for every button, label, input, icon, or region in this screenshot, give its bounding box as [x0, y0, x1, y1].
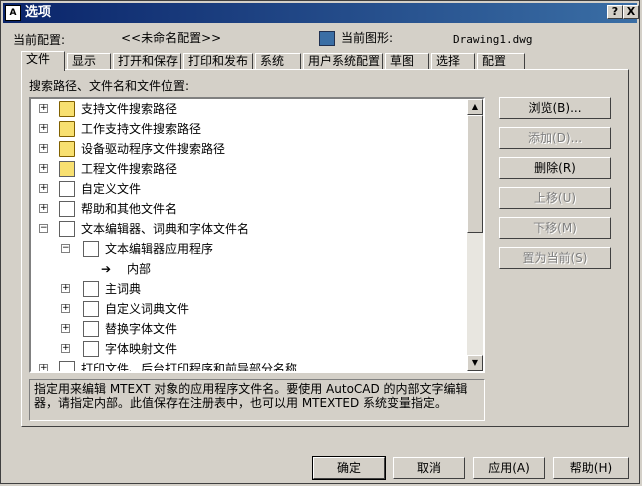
expand-icon[interactable]: + — [39, 204, 48, 213]
folder-icon — [59, 101, 75, 117]
document-icon — [59, 201, 75, 217]
arrow-icon: ➔ — [101, 262, 112, 276]
add-button[interactable]: 添加(D)... — [499, 127, 611, 149]
expand-icon[interactable]: + — [39, 104, 48, 113]
close-button[interactable]: X — [623, 5, 639, 19]
description-box: 指定用来编辑 MTEXT 对象的应用程序文件名。要使用 AutoCAD 的内部文… — [29, 379, 485, 421]
tree-item-label: 工程文件搜索路径 — [81, 162, 178, 176]
autocad-app-icon: A — [5, 5, 21, 21]
collapse-icon[interactable]: − — [61, 244, 70, 253]
expand-icon[interactable]: + — [39, 164, 48, 173]
tree-item-label: 支持文件搜索路径 — [81, 102, 178, 116]
window-title: 选项 — [25, 5, 52, 20]
scroll-up-icon[interactable]: ▲ — [467, 99, 483, 115]
help-title-button[interactable]: ? — [607, 5, 623, 19]
tree-item-label: 自定义词典文件 — [105, 302, 190, 316]
folder-icon — [59, 141, 75, 157]
dictionary-icon — [83, 281, 99, 297]
browse-button[interactable]: 浏览(B)... — [499, 97, 611, 119]
scroll-down-icon[interactable]: ▼ — [467, 355, 483, 371]
tab-drafting[interactable]: 草图 — [385, 53, 429, 69]
font-file-icon — [83, 321, 99, 337]
tab-system[interactable]: 系统 — [255, 53, 301, 69]
set-current-button[interactable]: 置为当前(S) — [499, 247, 611, 269]
tab-profiles[interactable]: 配置 — [477, 53, 525, 69]
tree-item-label: 内部 — [127, 262, 152, 276]
project-file-icon — [59, 161, 75, 177]
expand-icon[interactable]: + — [61, 284, 70, 293]
document-icon — [59, 181, 75, 197]
tree-item-label: 文本编辑器应用程序 — [105, 242, 214, 256]
font-map-icon — [83, 341, 99, 357]
tab-display[interactable]: 显示 — [67, 53, 111, 69]
options-dialog: A 选项 ? X 当前配置: <<未命名配置>> 当前图形: Drawing1.… — [0, 0, 640, 484]
expand-icon[interactable]: + — [39, 144, 48, 153]
document-icon — [59, 221, 75, 237]
tree-item-label: 字体映射文件 — [105, 342, 178, 356]
tab-user-preferences[interactable]: 用户系统配置 — [303, 53, 383, 69]
title-bar[interactable]: A 选项 ? X — [3, 3, 639, 23]
current-drawing-value: Drawing1.dwg — [453, 33, 533, 46]
tree-item-label: 设备驱动程序文件搜索路径 — [81, 142, 226, 156]
expand-icon[interactable]: + — [39, 364, 48, 371]
expand-icon[interactable]: + — [61, 304, 70, 313]
search-paths-label: 搜索路径、文件名和文件位置: — [29, 79, 190, 93]
tree-item-label: 打印文件、后台打印程序和前导部分名称 — [81, 362, 298, 373]
dictionary-icon — [83, 301, 99, 317]
folder-icon — [59, 121, 75, 137]
current-profile-value: <<未命名配置>> — [121, 31, 222, 45]
editor-icon — [83, 241, 99, 257]
tree-item-label: 主词典 — [105, 282, 142, 296]
move-down-button[interactable]: 下移(M) — [499, 217, 611, 239]
tab-selection[interactable]: 选择 — [431, 53, 475, 69]
current-drawing-label: 当前图形: — [341, 31, 394, 45]
expand-icon[interactable]: + — [61, 344, 70, 353]
help-button[interactable]: 帮助(H) — [553, 457, 629, 479]
tree-item-label: 工作支持文件搜索路径 — [81, 122, 202, 136]
current-profile-label: 当前配置: — [13, 33, 66, 47]
description-text: 指定用来编辑 MTEXT 对象的应用程序文件名。要使用 AutoCAD 的内部文… — [34, 382, 468, 410]
move-up-button[interactable]: 上移(U) — [499, 187, 611, 209]
expand-icon[interactable]: + — [39, 124, 48, 133]
drawing-icon — [319, 31, 335, 46]
tree-vertical-scrollbar[interactable]: ▲ ▼ — [467, 99, 483, 371]
cancel-button[interactable]: 取消 — [393, 457, 465, 479]
tree-item-label: 自定义文件 — [81, 182, 142, 196]
remove-button[interactable]: 删除(R) — [499, 157, 611, 179]
tab-open-save[interactable]: 打开和保存 — [113, 53, 181, 69]
scroll-thumb[interactable] — [467, 115, 483, 233]
file-paths-tree[interactable]: + 支持文件搜索路径 + 工作支持文件搜索路径 + 设备驱动程序文件搜索路径 +… — [29, 97, 485, 373]
collapse-icon[interactable]: − — [39, 224, 48, 233]
tab-plot-publish[interactable]: 打印和发布 — [183, 53, 253, 69]
expand-icon[interactable]: + — [39, 184, 48, 193]
tree-item-label: 替换字体文件 — [105, 322, 178, 336]
tab-files[interactable]: 文件 — [21, 51, 65, 71]
expand-icon[interactable]: + — [61, 324, 70, 333]
tree-item-label: 文本编辑器、词典和字体文件名 — [81, 222, 250, 236]
tree-item-label: 帮助和其他文件名 — [81, 202, 178, 216]
ok-button[interactable]: 确定 — [312, 456, 386, 480]
document-icon — [59, 361, 75, 371]
apply-button[interactable]: 应用(A) — [473, 457, 545, 479]
